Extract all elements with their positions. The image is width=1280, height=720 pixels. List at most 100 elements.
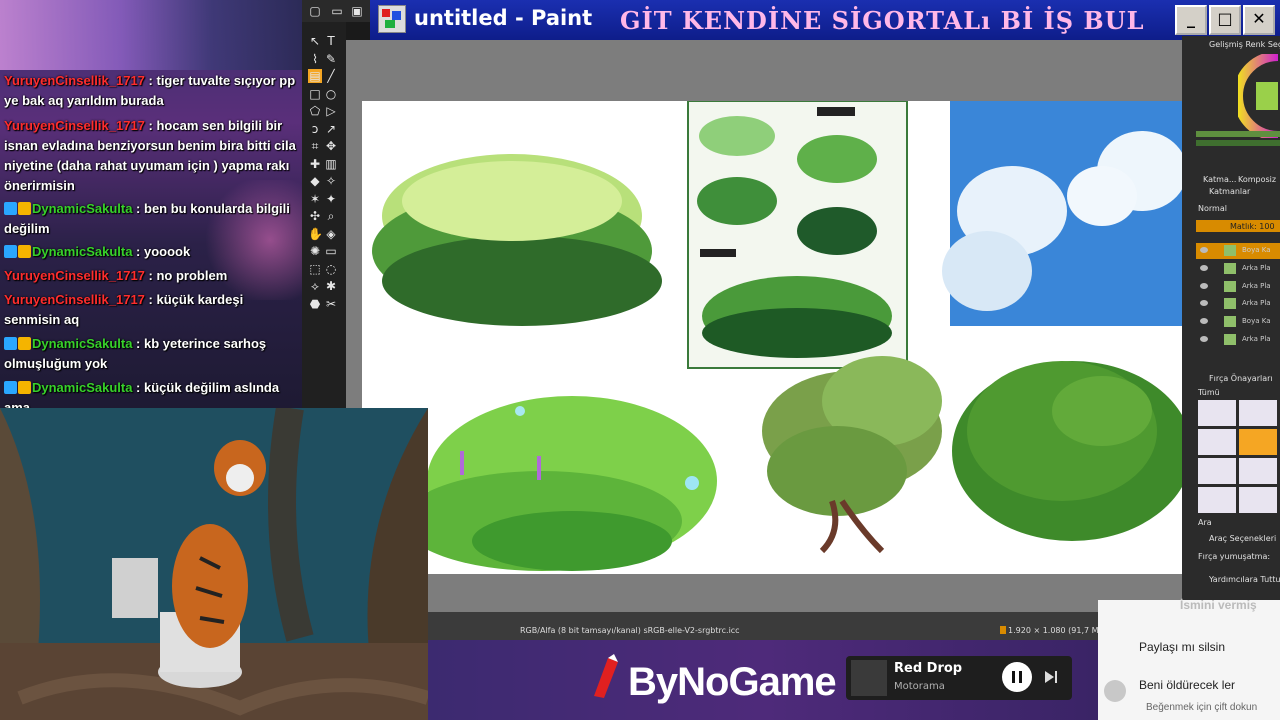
- chat-username[interactable]: YuruyenCinsellik_1717: [4, 73, 145, 88]
- line-tool-icon[interactable]: ╱: [324, 69, 338, 83]
- pause-button[interactable]: [1002, 662, 1032, 692]
- close-button[interactable]: ✕: [1243, 5, 1275, 35]
- open-folder-icon[interactable]: ▭: [330, 4, 344, 18]
- verified-badge-icon: [4, 381, 17, 394]
- brush-smoothing-label: Fırça yumuşatma:: [1198, 552, 1271, 561]
- chat-message: DynamicSakulta : yooook: [4, 242, 300, 262]
- brush-preset[interactable]: [1239, 487, 1277, 513]
- chat-message: DynamicSakulta : küçük değilim aslında a…: [4, 378, 300, 408]
- arrow-select-tool-icon[interactable]: ↖: [308, 34, 322, 48]
- chat-username[interactable]: DynamicSakulta: [32, 201, 132, 216]
- pen-tool-icon[interactable]: ✎: [324, 52, 338, 66]
- brush-preset[interactable]: [1239, 429, 1277, 455]
- eye-icon[interactable]: [1200, 283, 1208, 289]
- zoom-tool-icon[interactable]: ⌕: [324, 209, 338, 223]
- image-size-text: 1.920 × 1.080 (91,7 MiB): [1008, 626, 1110, 635]
- chat-username[interactable]: DynamicSakulta: [32, 380, 132, 395]
- layer-name: Arka Pla: [1242, 264, 1271, 272]
- brush-preset[interactable]: [1198, 458, 1236, 484]
- picker-tool-icon[interactable]: ◈: [324, 227, 338, 241]
- blend-mode-select[interactable]: Normal: [1198, 204, 1227, 213]
- layers-title: Katmanlar: [1209, 187, 1251, 196]
- layer-thumbnail: [1224, 298, 1236, 309]
- text-tool-icon[interactable]: T: [324, 34, 338, 48]
- dodge-tool-icon[interactable]: ✣: [308, 209, 322, 223]
- next-track-button[interactable]: [1042, 668, 1060, 686]
- crown-badge-icon: [18, 381, 31, 394]
- eye-icon[interactable]: [1200, 300, 1208, 306]
- ellipse-tool-icon[interactable]: ○: [324, 87, 338, 101]
- airbrush-tool-icon[interactable]: ✺: [308, 244, 322, 258]
- save-icon[interactable]: ▣: [350, 4, 364, 18]
- song-artist: Motorama: [894, 681, 945, 692]
- move-tool-icon[interactable]: ✚: [308, 157, 322, 171]
- heal-tool-icon[interactable]: ✶: [308, 192, 322, 206]
- rect-select-tool-icon[interactable]: ⬚: [308, 262, 322, 276]
- color-wheel[interactable]: [1233, 51, 1280, 141]
- eye-icon[interactable]: [1200, 247, 1208, 253]
- warp-tool-icon[interactable]: ↗: [324, 122, 338, 136]
- smudge-tool-icon[interactable]: ✦: [324, 192, 338, 206]
- path-tool-icon[interactable]: ▷: [324, 104, 338, 118]
- crown-badge-icon: [18, 337, 31, 350]
- brush-preset[interactable]: [1198, 429, 1236, 455]
- layer-thumbnail: [1224, 316, 1236, 327]
- brush-preset[interactable]: [1239, 400, 1277, 426]
- chat-username[interactable]: YuruyenCinsellik_1717: [4, 292, 145, 307]
- layer-thumbnail: [1224, 334, 1236, 345]
- layer-row[interactable]: Arka Pla: [1196, 296, 1280, 312]
- chat-message: DynamicSakulta : kb yeterince sarhoş olm…: [4, 336, 267, 371]
- color-select-tool-icon[interactable]: ⬣: [308, 297, 322, 311]
- layer-thumbnail: [1224, 245, 1236, 256]
- brush-preset[interactable]: [1239, 458, 1277, 484]
- brush-preset[interactable]: [1198, 487, 1236, 513]
- free-select-tool-icon[interactable]: ⟡: [308, 279, 322, 293]
- eye-icon[interactable]: [1200, 336, 1208, 342]
- clone-tool-icon[interactable]: ✧: [324, 174, 338, 188]
- tab-composition[interactable]: Komposiz: [1238, 175, 1276, 184]
- ellipse-select-tool-icon[interactable]: ◌: [324, 262, 338, 276]
- maximize-button[interactable]: □: [1209, 5, 1241, 35]
- brush-search-placeholder[interactable]: Ara: [1198, 518, 1212, 527]
- hand-tool-icon[interactable]: ✋: [308, 227, 323, 241]
- eye-icon[interactable]: [1200, 318, 1208, 324]
- polygon-tool-icon[interactable]: ⬠: [308, 104, 322, 118]
- fill-tool-icon[interactable]: ▤: [308, 69, 322, 83]
- new-file-icon[interactable]: ▢: [308, 4, 322, 18]
- gradient-tool-icon[interactable]: ▥: [324, 157, 338, 171]
- transform-tool-icon[interactable]: ✥: [324, 139, 338, 153]
- bush-painting: [372, 154, 662, 326]
- scissors-tool-icon[interactable]: ✂: [324, 297, 338, 311]
- verified-badge-icon: [4, 202, 17, 215]
- chat-username[interactable]: DynamicSakulta: [32, 336, 132, 351]
- snap-to-assistants-button[interactable]: Yardımcılara Tuttur: [1209, 575, 1280, 584]
- crop-tool-icon[interactable]: ⌗: [308, 139, 322, 153]
- chat-username[interactable]: DynamicSakulta: [32, 244, 132, 259]
- layer-name: Arka Pla: [1242, 335, 1271, 343]
- tab-layers[interactable]: Katma...: [1203, 175, 1236, 184]
- layer-name: Arka Pla: [1242, 282, 1271, 290]
- layer-row[interactable]: Boya Ka: [1196, 314, 1280, 330]
- rect-tool-icon[interactable]: □: [308, 87, 322, 101]
- layer-row[interactable]: Arka Pla: [1196, 279, 1280, 295]
- bucket-tool-icon[interactable]: ◆: [308, 174, 322, 188]
- layer-row[interactable]: Boya Ka: [1196, 243, 1280, 259]
- layer-row[interactable]: Arka Pla: [1196, 332, 1280, 348]
- reference-sheet: [687, 100, 908, 369]
- brush-preset[interactable]: [1198, 400, 1236, 426]
- minimize-button[interactable]: _: [1175, 5, 1207, 35]
- chat-username[interactable]: YuruyenCinsellik_1717: [4, 118, 145, 133]
- color-slider[interactable]: [1196, 131, 1280, 137]
- chat-message: YuruyenCinsellik_1717 : hocam sen bilgil…: [4, 118, 296, 193]
- shrub-painting: [952, 361, 1192, 541]
- chat-username[interactable]: YuruyenCinsellik_1717: [4, 268, 145, 283]
- eye-icon[interactable]: [1200, 265, 1208, 271]
- color-slider-2[interactable]: [1196, 140, 1280, 146]
- fuzzy-select-tool-icon[interactable]: ✱: [324, 279, 338, 293]
- lasso-tool-icon[interactable]: ⌇: [308, 52, 322, 66]
- brush-filter-select[interactable]: Tümü: [1198, 388, 1220, 397]
- drawing-canvas[interactable]: [362, 100, 1192, 574]
- layer-row[interactable]: Arka Pla: [1196, 261, 1280, 277]
- eraser-tool-icon[interactable]: ▭: [324, 244, 338, 258]
- curve-tool-icon[interactable]: ↄ: [308, 122, 322, 136]
